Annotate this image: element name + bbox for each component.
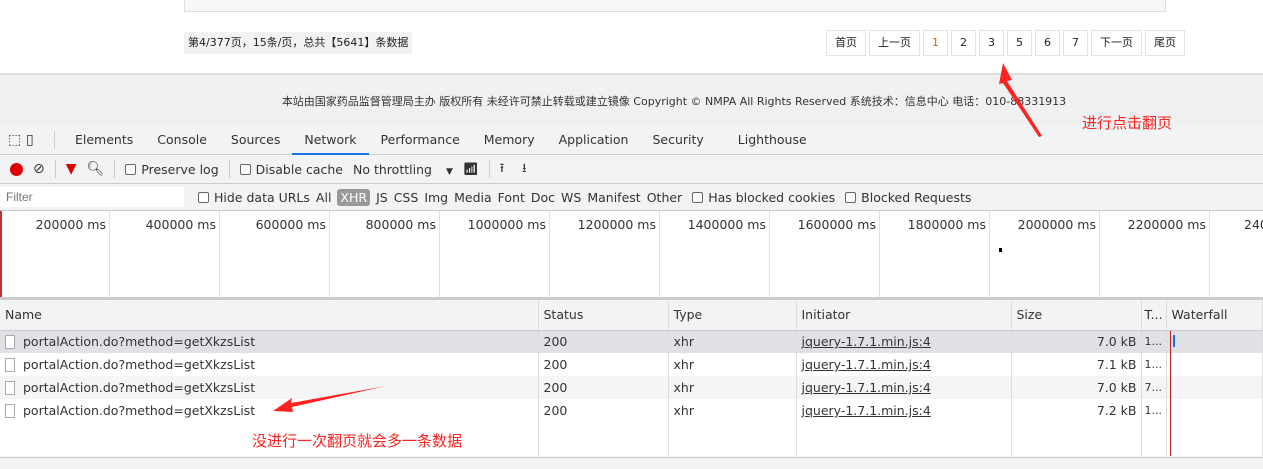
annotation-extra-row: 没进行一次翻页就会多一条数据 [252, 432, 463, 450]
annotation-click-page: 进行点击翻页 [1082, 114, 1173, 132]
arrow-annotation-2 [273, 386, 386, 412]
arrow-annotation-1 [999, 63, 1042, 137]
annotation-arrows [273, 63, 1042, 412]
